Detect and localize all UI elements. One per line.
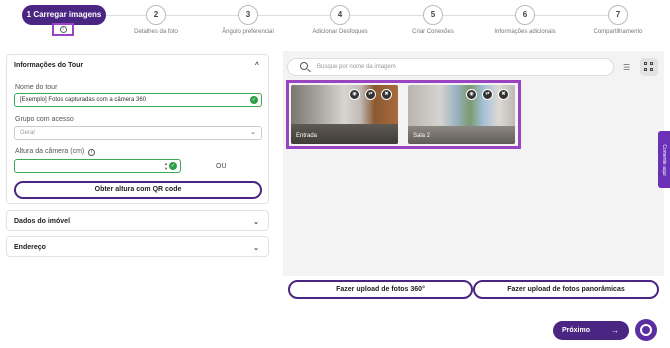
step-5[interactable]: 5 Criar Conexões (388, 5, 478, 35)
image-card[interactable]: ◉ ⇄ ✖ Sala 2 (408, 85, 515, 144)
qr-code-height-button[interactable]: Obter altura com QR code (14, 181, 262, 199)
info-icon[interactable]: i (59, 26, 67, 33)
tour-name-input[interactable]: [Exemplo] Fotos capturadas com a câmera … (14, 93, 262, 107)
step-1-label: Carregar imagens (33, 10, 102, 19)
camera-height-label: Altura da câmera (cm) i (15, 148, 96, 156)
property-data-header[interactable]: Dados do imóvel ⌄ (7, 211, 268, 232)
replace-icon[interactable]: ⇄ (482, 89, 493, 100)
tour-name-value: [Exemplo] Fotos capturadas com a câmera … (20, 97, 147, 103)
tour-info-header[interactable]: Informações do Tour ^ (7, 55, 268, 76)
grid-view-icon[interactable] (640, 58, 658, 76)
trash-icon[interactable]: ✖ (381, 89, 392, 100)
image-search-input[interactable]: Busque por nome da imagem (287, 58, 614, 76)
step-1-active[interactable]: 1 Carregar imagens (22, 5, 106, 25)
step-1-number: 1 (26, 10, 32, 19)
step-6-label: Informações adicionais (494, 29, 556, 35)
step-5-number: 5 (423, 5, 443, 25)
step-2-number: 2 (146, 5, 166, 25)
trash-icon[interactable]: ✖ (498, 89, 509, 100)
camera-height-input[interactable]: ▲ ▼ ✓ (14, 159, 181, 173)
check-circle-icon: ✓ (169, 162, 177, 170)
step-1-info-highlight[interactable]: i (52, 23, 74, 36)
access-group-label: Grupo com acesso (15, 116, 74, 123)
address-card[interactable]: Endereço ⌄ (6, 236, 269, 257)
replace-icon[interactable]: ⇄ (365, 89, 376, 100)
upload-panoramic-button[interactable]: Fazer upload de fotos panorâmicas (473, 280, 659, 299)
property-data-title: Dados do imóvel (14, 218, 71, 225)
chevron-up-icon[interactable]: ^ (255, 62, 259, 69)
or-label: OU (216, 163, 227, 170)
feedback-tab[interactable]: Comente aqui (658, 131, 670, 188)
feedback-tab-label: Comente aqui (661, 143, 667, 176)
page: 1 Carregar imagens i 2 Detalhes da foto … (0, 0, 670, 348)
search-placeholder: Busque por nome da imagem (317, 64, 396, 70)
step-3[interactable]: 3 Ângulo preferencial (203, 5, 293, 35)
step-6[interactable]: 6 Informações adicionais (480, 5, 570, 35)
step-4[interactable]: 4 Adicionar Desfoques (295, 5, 385, 35)
access-group-select[interactable]: Geral ⌄ (14, 126, 262, 140)
list-view-icon[interactable]: ☰ (623, 63, 630, 72)
whatsapp-icon[interactable] (635, 319, 657, 341)
chevron-down-icon[interactable]: ⌄ (253, 218, 259, 226)
chevron-down-icon[interactable]: ⌄ (253, 244, 259, 252)
tour-name-label: Nome do tour (15, 84, 58, 91)
search-icon (300, 62, 308, 70)
step-7[interactable]: 7 Compartilhamento (573, 5, 663, 35)
upload-360-button[interactable]: Fazer upload de fotos 360° (288, 280, 473, 299)
stepper-arrows-icon[interactable]: ▲ ▼ (164, 161, 168, 171)
address-header[interactable]: Endereço ⌄ (7, 237, 268, 258)
access-group-value: Geral (20, 130, 35, 136)
next-button-label: Próximo (562, 327, 591, 334)
tour-info-card: Informações do Tour ^ Nome do tour [Exem… (6, 54, 269, 204)
step-7-label: Compartilhamento (593, 29, 643, 35)
address-title: Endereço (14, 244, 46, 251)
step-3-number: 3 (238, 5, 258, 25)
step-7-number: 7 (608, 5, 628, 25)
check-circle-icon: ✓ (250, 96, 258, 104)
step-3-label: Ângulo preferencial (222, 29, 274, 35)
step-4-label: Adicionar Desfoques (312, 29, 368, 35)
step-5-label: Criar Conexões (412, 29, 454, 35)
info-icon[interactable]: i (88, 149, 96, 156)
eye-icon[interactable]: ◉ (466, 89, 477, 100)
step-4-number: 4 (330, 5, 350, 25)
image-card[interactable]: ◉ ⇄ ✖ Entrada (291, 85, 398, 144)
camera-height-label-text: Altura da câmera (cm) (15, 148, 85, 155)
arrow-right-icon: → (611, 326, 619, 335)
tour-info-title: Informações do Tour (14, 62, 84, 69)
step-2-label: Detalhes da foto (134, 29, 178, 35)
eye-icon[interactable]: ◉ (349, 89, 360, 100)
step-2[interactable]: 2 Detalhes da foto (111, 5, 201, 35)
next-button[interactable]: Próximo → (553, 321, 629, 340)
image-name: Sala 2 (413, 133, 431, 139)
property-data-card[interactable]: Dados do imóvel ⌄ (6, 210, 269, 231)
step-6-number: 6 (515, 5, 535, 25)
chevron-down-icon: ⌄ (250, 129, 256, 136)
image-name: Entrada (296, 133, 318, 139)
stepper: 1 Carregar imagens i 2 Detalhes da foto … (0, 0, 670, 48)
